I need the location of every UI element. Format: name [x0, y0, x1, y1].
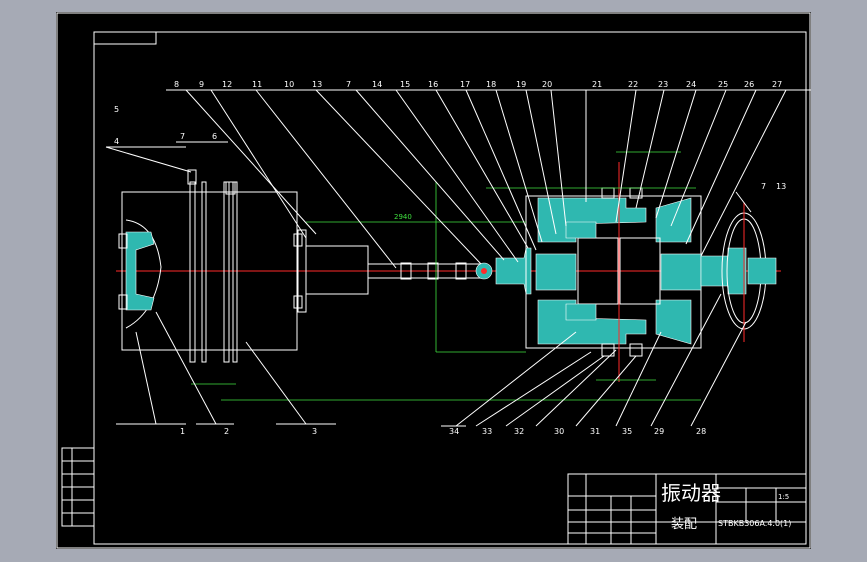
drawing-title: 振动器 [661, 481, 721, 505]
callout: 16 [428, 80, 438, 89]
callout: 32 [514, 427, 524, 436]
callout: 10 [284, 80, 294, 89]
callout: 7 [761, 182, 766, 191]
callout: 4 [114, 137, 119, 146]
callout: 13 [776, 182, 786, 191]
title-block: 振动器 装配 STBKB306A.4.0(1) 1:5 [567, 473, 807, 545]
callout: 17 [460, 80, 470, 89]
callout: 21 [592, 80, 602, 89]
callout: 30 [554, 427, 564, 436]
callout: 7 [346, 80, 351, 89]
callout: 11 [252, 80, 262, 89]
callouts-right: 7 13 [761, 182, 786, 191]
callout: 31 [590, 427, 600, 436]
callout: 2 [224, 427, 229, 436]
shaft-length-dimension: 2940 [394, 213, 412, 221]
callout: 5 [114, 105, 119, 114]
callout: 9 [199, 80, 204, 89]
drawing-number: STBKB306A.4.0(1) [718, 519, 791, 528]
right-coupling [700, 202, 777, 342]
callout: 1 [180, 427, 185, 436]
callout: 34 [449, 427, 459, 436]
callout: 33 [482, 427, 492, 436]
callouts-top: 8 9 12 11 10 13 7 14 15 16 17 18 19 20 2… [174, 80, 782, 89]
callout: 26 [744, 80, 754, 89]
callout: 20 [542, 80, 552, 89]
callout: 35 [622, 427, 632, 436]
callouts-left: 5 4 7 6 [114, 105, 217, 146]
callout: 29 [654, 427, 664, 436]
callout: 8 [174, 80, 179, 89]
drawing-sheet: 振动器 装配 STBKB306A.4.0(1) 1:5 2940 8 9 12 … [56, 12, 811, 549]
assembly-drawing: 振动器 装配 STBKB306A.4.0(1) 1:5 2940 8 9 12 … [56, 12, 811, 549]
callout: 23 [658, 80, 668, 89]
callout: 27 [772, 80, 782, 89]
callout: 7 [180, 132, 185, 141]
callout: 22 [628, 80, 638, 89]
dimension-lines: 2940 [191, 151, 701, 401]
callout: 13 [312, 80, 322, 89]
callout: 28 [696, 427, 706, 436]
drawing-scale: 1:5 [778, 493, 789, 501]
corner-code-box [93, 31, 157, 45]
callout: 3 [312, 427, 317, 436]
callout: 14 [372, 80, 382, 89]
callouts-bottom: 1 2 3 34 33 32 30 31 35 29 28 [180, 427, 706, 436]
callout: 15 [400, 80, 410, 89]
motor-assembly [118, 169, 369, 363]
callout: 19 [516, 80, 526, 89]
callout: 18 [486, 80, 496, 89]
callout: 24 [686, 80, 696, 89]
vibrator-body [525, 162, 702, 382]
revision-table [61, 447, 95, 527]
callout: 6 [212, 132, 217, 141]
callout: 25 [718, 80, 728, 89]
drawing-subtitle: 装配 [671, 517, 697, 532]
callout: 12 [222, 80, 232, 89]
